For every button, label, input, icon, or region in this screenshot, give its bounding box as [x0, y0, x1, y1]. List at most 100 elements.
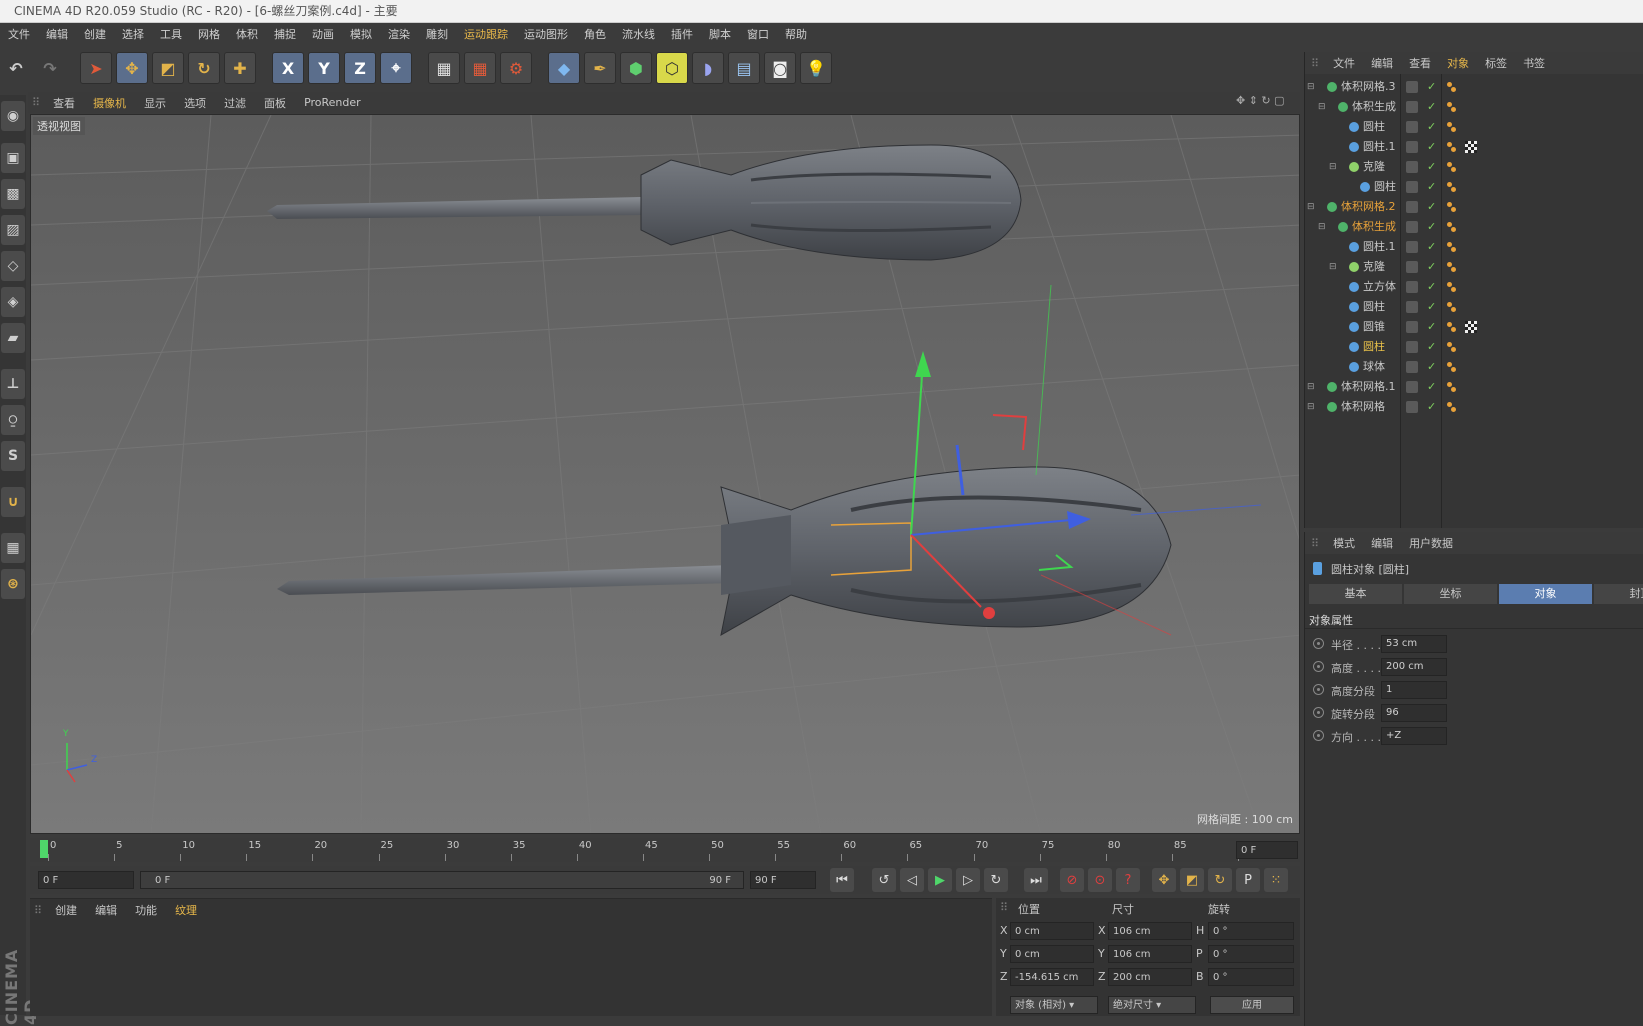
keyframe-selection-icon[interactable]: ?: [1116, 868, 1140, 892]
next-frame-icon[interactable]: ▷: [956, 868, 980, 892]
object-name[interactable]: 球体: [1363, 357, 1385, 377]
attribute-tab-1[interactable]: 坐标: [1404, 584, 1497, 604]
object-row[interactable]: ⊟ 体积生成 ✓: [1305, 97, 1643, 117]
perspective-viewport[interactable]: 透视视图 Y Z 网格间距 : 100 cm: [30, 114, 1300, 834]
menu-item-11[interactable]: 雕刻: [418, 26, 456, 42]
phong-tag-icon[interactable]: [1447, 242, 1452, 247]
object-name[interactable]: 圆柱.1: [1363, 237, 1396, 257]
phong-tag-icon[interactable]: [1447, 142, 1452, 147]
object-name[interactable]: 体积网格: [1341, 397, 1385, 417]
menu-item-9[interactable]: 模拟: [342, 26, 380, 42]
enable-check-icon[interactable]: ✓: [1427, 297, 1436, 317]
texture-tag-icon[interactable]: [1465, 321, 1477, 333]
texture-mode-icon[interactable]: ▩: [1, 179, 25, 209]
enable-check-icon[interactable]: ✓: [1427, 277, 1436, 297]
solo-mode-icon[interactable]: S: [1, 441, 25, 471]
editor-visibility-toggle[interactable]: [1406, 381, 1418, 393]
object-row[interactable]: ⊟ 体积网格.3 ✓: [1305, 77, 1643, 97]
expand-toggle-icon[interactable]: ⊟: [1307, 397, 1315, 417]
viewport-menu-item-2[interactable]: 显示: [135, 95, 175, 111]
menu-item-16[interactable]: 插件: [663, 26, 701, 42]
enable-check-icon[interactable]: ✓: [1427, 337, 1436, 357]
points-mode-icon[interactable]: ◇: [1, 251, 25, 281]
playhead[interactable]: [40, 840, 48, 858]
phong-tag-icon[interactable]: [1447, 222, 1452, 227]
edges-mode-icon[interactable]: ◈: [1, 287, 25, 317]
object-name[interactable]: 圆柱: [1363, 337, 1385, 357]
array-generator-icon[interactable]: ⬡: [656, 52, 688, 84]
menu-item-17[interactable]: 脚本: [701, 26, 739, 42]
object-row[interactable]: ⊟ 体积网格.1 ✓: [1305, 377, 1643, 397]
object-row[interactable]: 圆锥 ✓: [1305, 317, 1643, 337]
pen-spline-icon[interactable]: ✒: [584, 52, 616, 84]
cube-primitive-icon[interactable]: ◆: [548, 52, 580, 84]
object-row[interactable]: 圆柱 ✓: [1305, 297, 1643, 317]
material-menu-item-0[interactable]: 创建: [46, 902, 86, 918]
object-name[interactable]: 立方体: [1363, 277, 1396, 297]
menu-item-7[interactable]: 捕捉: [266, 26, 304, 42]
phong-tag-icon[interactable]: [1447, 342, 1452, 347]
menu-item-18[interactable]: 窗口: [739, 26, 777, 42]
light-icon[interactable]: 💡: [800, 52, 832, 84]
attribute-value-field[interactable]: 96: [1381, 704, 1447, 722]
attribute-value-field[interactable]: 53 cm: [1381, 635, 1447, 653]
enable-check-icon[interactable]: ✓: [1427, 97, 1436, 117]
size-mode-dropdown[interactable]: 绝对尺寸 ▾: [1108, 996, 1196, 1014]
object-name[interactable]: 克隆: [1363, 157, 1385, 177]
enable-check-icon[interactable]: ✓: [1427, 377, 1436, 397]
previous-key-icon[interactable]: ↺: [872, 868, 896, 892]
editor-visibility-toggle[interactable]: [1406, 161, 1418, 173]
menu-item-5[interactable]: 网格: [190, 26, 228, 42]
material-menu-item-1[interactable]: 编辑: [86, 902, 126, 918]
editor-visibility-toggle[interactable]: [1406, 301, 1418, 313]
phong-tag-icon[interactable]: [1447, 302, 1452, 307]
position-field[interactable]: 0 cm: [1010, 922, 1094, 940]
enable-check-icon[interactable]: ✓: [1427, 397, 1436, 417]
autokeying-icon[interactable]: ⊙: [1088, 868, 1112, 892]
enable-check-icon[interactable]: ✓: [1427, 137, 1436, 157]
enable-check-icon[interactable]: ✓: [1427, 117, 1436, 137]
coordinate-mode-dropdown[interactable]: 对象 (相对) ▾: [1010, 996, 1098, 1014]
menu-item-10[interactable]: 渲染: [380, 26, 418, 42]
object-row[interactable]: 圆柱.1 ✓: [1305, 137, 1643, 157]
current-frame-field[interactable]: 0 F: [1236, 841, 1298, 859]
workplane-lock-icon[interactable]: ▦: [1, 533, 25, 563]
object-menu-item-0[interactable]: 文件: [1325, 55, 1363, 71]
phong-tag-icon[interactable]: [1447, 322, 1452, 327]
expand-toggle-icon[interactable]: ⊟: [1318, 217, 1326, 237]
attribute-menu-item-2[interactable]: 用户数据: [1401, 535, 1461, 551]
editor-visibility-toggle[interactable]: [1406, 321, 1418, 333]
editor-visibility-toggle[interactable]: [1406, 141, 1418, 153]
editor-visibility-toggle[interactable]: [1406, 401, 1418, 413]
attribute-value-field[interactable]: +Z: [1381, 727, 1447, 745]
phong-tag-icon[interactable]: [1451, 387, 1456, 392]
menu-item-3[interactable]: 选择: [114, 26, 152, 42]
menu-item-0[interactable]: 文件: [0, 26, 38, 42]
viewport-menu-item-6[interactable]: ProRender: [295, 96, 370, 109]
menu-item-14[interactable]: 角色: [576, 26, 614, 42]
model-mode-icon[interactable]: ▣: [1, 143, 25, 173]
enable-check-icon[interactable]: ✓: [1427, 357, 1436, 377]
texture-tag-icon[interactable]: [1465, 141, 1477, 153]
object-name[interactable]: 体积生成: [1352, 217, 1396, 237]
undo-icon[interactable]: ↶: [0, 52, 32, 84]
rotation-field[interactable]: 0 °: [1208, 922, 1294, 940]
axis-mode-icon[interactable]: ⊥: [1, 369, 25, 399]
phong-tag-icon[interactable]: [1451, 187, 1456, 192]
attribute-tab-2[interactable]: 对象: [1499, 584, 1592, 604]
object-row[interactable]: ⊟ 体积网格 ✓: [1305, 397, 1643, 417]
phong-tag-icon[interactable]: [1447, 262, 1452, 267]
expand-toggle-icon[interactable]: ⊟: [1307, 197, 1315, 217]
position-field[interactable]: 0 cm: [1010, 945, 1094, 963]
menu-item-12[interactable]: 运动跟踪: [456, 26, 516, 42]
tweak-mode-icon[interactable]: ⍜: [1, 405, 25, 435]
attribute-menu-item-0[interactable]: 模式: [1325, 535, 1363, 551]
enable-check-icon[interactable]: ✓: [1427, 197, 1436, 217]
expand-toggle-icon[interactable]: ⊟: [1329, 257, 1337, 277]
phong-tag-icon[interactable]: [1451, 347, 1456, 352]
scale-tool-icon[interactable]: ◩: [152, 52, 184, 84]
enable-check-icon[interactable]: ✓: [1427, 77, 1436, 97]
viewport-nav-icons[interactable]: ✥ ⇕ ↻ ▢: [1236, 94, 1300, 110]
animate-radio[interactable]: [1313, 661, 1324, 672]
object-row[interactable]: ⊟ 体积网格.2 ✓: [1305, 197, 1643, 217]
